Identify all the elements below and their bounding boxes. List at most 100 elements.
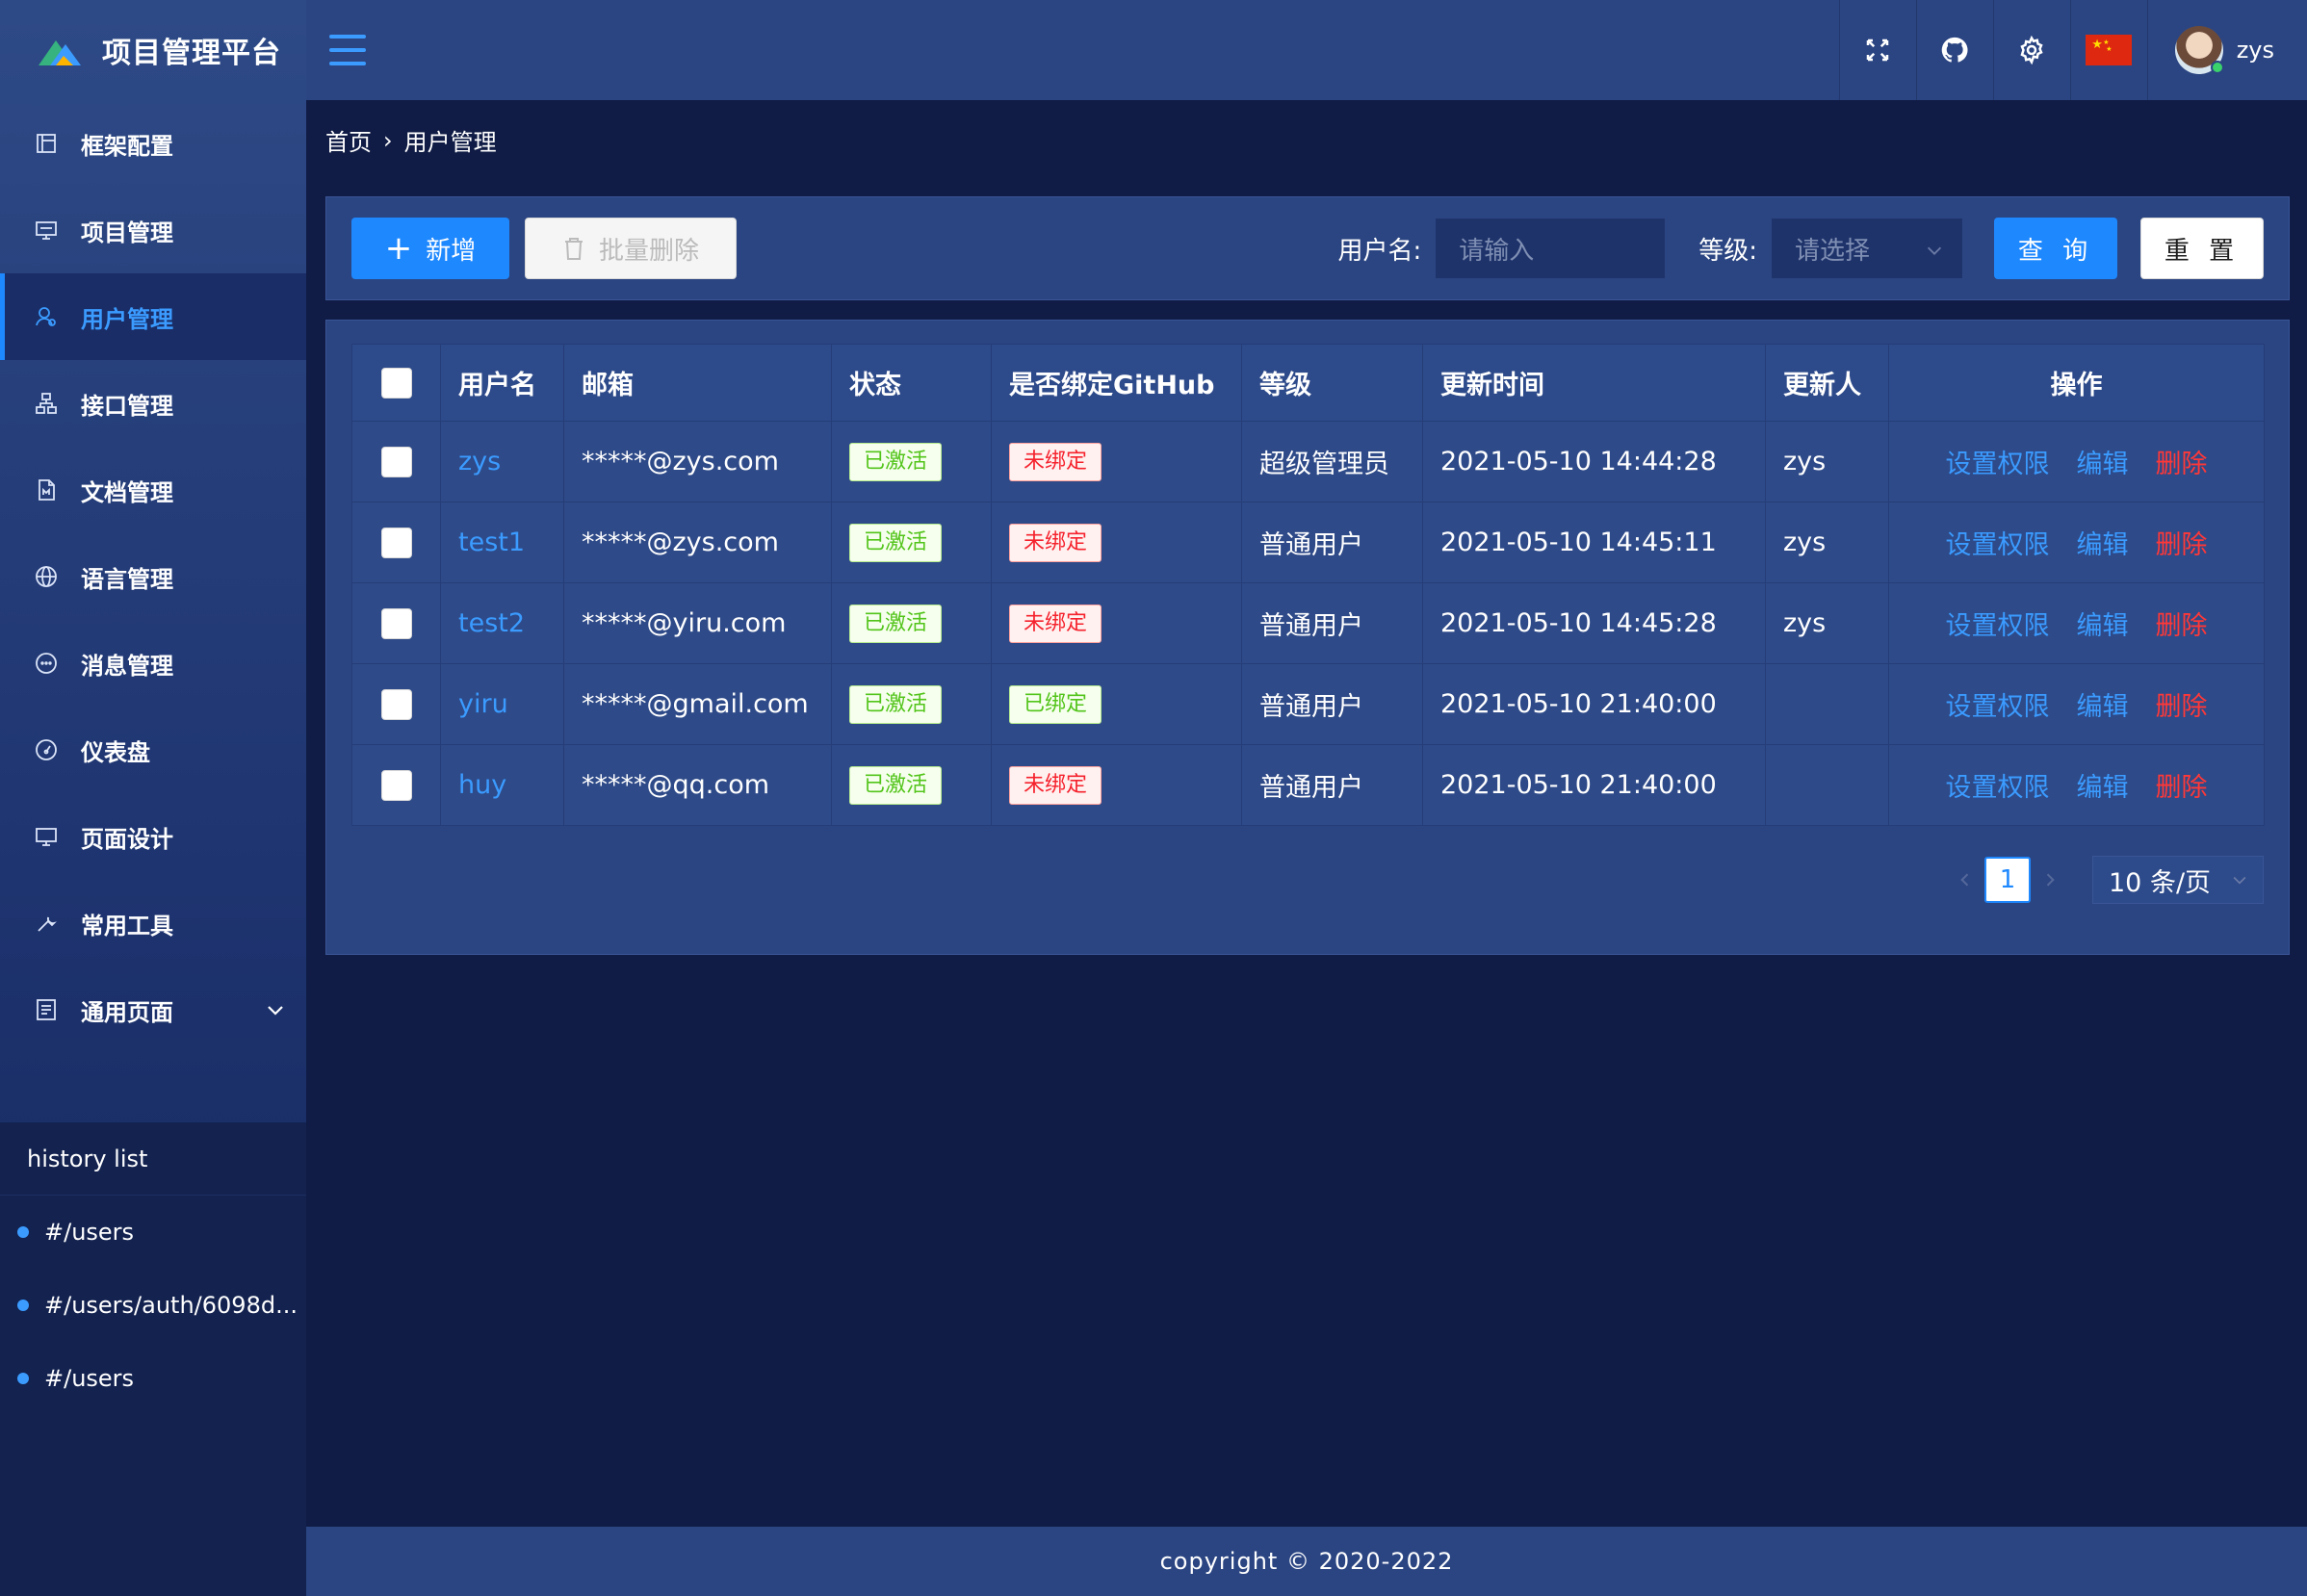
bullet-dot-icon [17,1373,29,1384]
sidebar-item-user-management[interactable]: 用户管理 [0,273,306,360]
status-cell: 已激活 [831,744,992,826]
set-permissions-link[interactable]: 设置权限 [1946,773,2050,803]
delete-link[interactable]: 删除 [2156,530,2208,560]
actions-cell: 设置权限 编辑 删除 [1888,582,2265,664]
username-link[interactable]: test2 [458,608,525,638]
set-permissions-link[interactable]: 设置权限 [1946,611,2050,641]
menu-toggle-icon[interactable] [329,35,366,65]
username-link[interactable]: test1 [458,528,525,557]
sidebar-item-common-tools[interactable]: 常用工具 [0,880,306,966]
desktop-icon [35,825,58,848]
user-icon [35,305,58,328]
username-search-input[interactable]: 请输入 [1435,218,1667,279]
tool-icon [35,912,58,935]
history-item[interactable]: #/users [0,1196,306,1269]
add-user-button[interactable]: + 新增 [351,218,509,279]
email-cell: *****@qq.com [563,744,832,826]
edit-link[interactable]: 编辑 [2077,611,2129,641]
batch-delete-button[interactable]: 批量删除 [525,218,737,279]
gear-icon [2020,36,2043,64]
query-button[interactable]: 查 询 [1994,218,2117,279]
sidebar: 项目管理平台 框架配置 项目管理 用户管理 接口管理 文档管理 语言管理 消息管… [0,0,306,1596]
username-link[interactable]: zys [458,447,501,476]
table-header-row: 用户名 邮箱 状态 是否绑定GitHub 等级 更新时间 更新人 操作 [351,344,2265,422]
sidebar-item-project-management[interactable]: 项目管理 [0,187,306,273]
sidebar-item-label: 文档管理 [81,478,173,506]
user-menu[interactable]: zys [2146,0,2307,100]
set-permissions-link[interactable]: 设置权限 [1946,692,2050,722]
app-logo[interactable]: 项目管理平台 [0,0,306,100]
set-permissions-link[interactable]: 设置权限 [1946,530,2050,560]
row-checkbox[interactable] [380,446,412,477]
sidebar-item-label: 用户管理 [81,305,173,333]
github-badge: 未绑定 [1009,523,1102,562]
settings-button[interactable] [1992,0,2070,100]
page-number-button[interactable]: 1 [1984,857,2031,903]
actions-cell: 设置权限 编辑 删除 [1888,502,2265,583]
user-table: 用户名 邮箱 状态 是否绑定GitHub 等级 更新时间 更新人 操作 zys … [351,344,2265,826]
status-cell: 已激活 [831,582,992,664]
select-all-checkbox[interactable] [380,367,412,399]
row-checkbox[interactable] [380,607,412,639]
username-link[interactable]: huy [458,770,506,800]
sidebar-item-framework-config[interactable]: 框架配置 [0,100,306,187]
sidebar-item-page-design[interactable]: 页面设计 [0,793,306,880]
delete-link[interactable]: 删除 [2156,450,2208,479]
fullscreen-button[interactable] [1838,0,1916,100]
table-row: yiru *****@gmail.com 已激活 已绑定 普通用户 2021-0… [351,663,2265,745]
github-button[interactable] [1915,0,1993,100]
edit-link[interactable]: 编辑 [2077,692,2129,722]
edit-link[interactable]: 编辑 [2077,530,2129,560]
row-checkbox[interactable] [380,769,412,801]
column-header: 邮箱 [563,344,832,422]
delete-link[interactable]: 删除 [2156,692,2208,722]
select-all-cell [351,344,441,422]
search-toolbar: + 新增 批量删除 用户名: 请输入 等级: 请选择 查 询 重 置 [325,196,2290,300]
history-item[interactable]: #/users [0,1342,306,1415]
username-link[interactable]: yiru [458,689,508,719]
level-select[interactable]: 请选择 [1771,218,1963,279]
delete-link[interactable]: 删除 [2156,773,2208,803]
reset-button[interactable]: 重 置 [2140,218,2264,279]
sidebar-item-label: 语言管理 [81,565,173,593]
sidebar-item-message-management[interactable]: 消息管理 [0,620,306,707]
table-row: huy *****@qq.com 已激活 未绑定 普通用户 2021-05-10… [351,744,2265,826]
updated-time-cell: 2021-05-10 21:40:00 [1422,663,1766,745]
copyright-text: copyright © 2020-2022 [1159,1548,1454,1575]
updater-cell [1765,663,1889,745]
sidebar-item-language-management[interactable]: 语言管理 [0,533,306,620]
set-permissions-link[interactable]: 设置权限 [1946,450,2050,479]
next-page-button[interactable] [2031,856,2069,904]
user-table-panel: 用户名 邮箱 状态 是否绑定GitHub 等级 更新时间 更新人 操作 zys … [325,320,2290,955]
breadcrumb-home-link[interactable]: 首页 [325,123,372,157]
avatar [2174,26,2224,74]
header-actions: ★ ★ ★ zys [1838,0,2307,100]
row-checkbox[interactable] [380,688,412,720]
sidebar-item-general-pages[interactable]: 通用页面 [0,966,306,1053]
status-badge: 已激活 [849,604,943,643]
username-cell: yiru [440,663,564,745]
sidebar-item-label: 页面设计 [81,825,173,853]
sidebar-item-api-management[interactable]: 接口管理 [0,360,306,447]
edit-link[interactable]: 编辑 [2077,773,2129,803]
chevron-down-icon[interactable] [264,998,287,1021]
history-item[interactable]: #/users/auth/6098d... [0,1269,306,1342]
delete-link[interactable]: 删除 [2156,611,2208,641]
page-size-select[interactable]: 10 条/页 [2092,856,2264,904]
level-cell: 超级管理员 [1241,421,1423,502]
prev-page-button[interactable] [1946,856,1984,904]
row-checkbox[interactable] [380,527,412,558]
sidebar-item-label: 常用工具 [81,912,173,940]
edit-link[interactable]: 编辑 [2077,450,2129,479]
row-select-cell [351,582,441,664]
updater-cell: zys [1765,421,1889,502]
username-cell: zys [440,421,564,502]
sidebar-item-dashboard[interactable]: 仪表盘 [0,707,306,793]
bullet-dot-icon [17,1226,29,1238]
sidebar-item-label: 接口管理 [81,392,173,420]
language-switch-button[interactable]: ★ ★ ★ [2069,0,2147,100]
updated-time-cell: 2021-05-10 14:44:28 [1422,421,1766,502]
sidebar-item-document-management[interactable]: 文档管理 [0,447,306,533]
fullscreen-icon [1866,39,1889,62]
status-badge: 已激活 [849,765,943,805]
